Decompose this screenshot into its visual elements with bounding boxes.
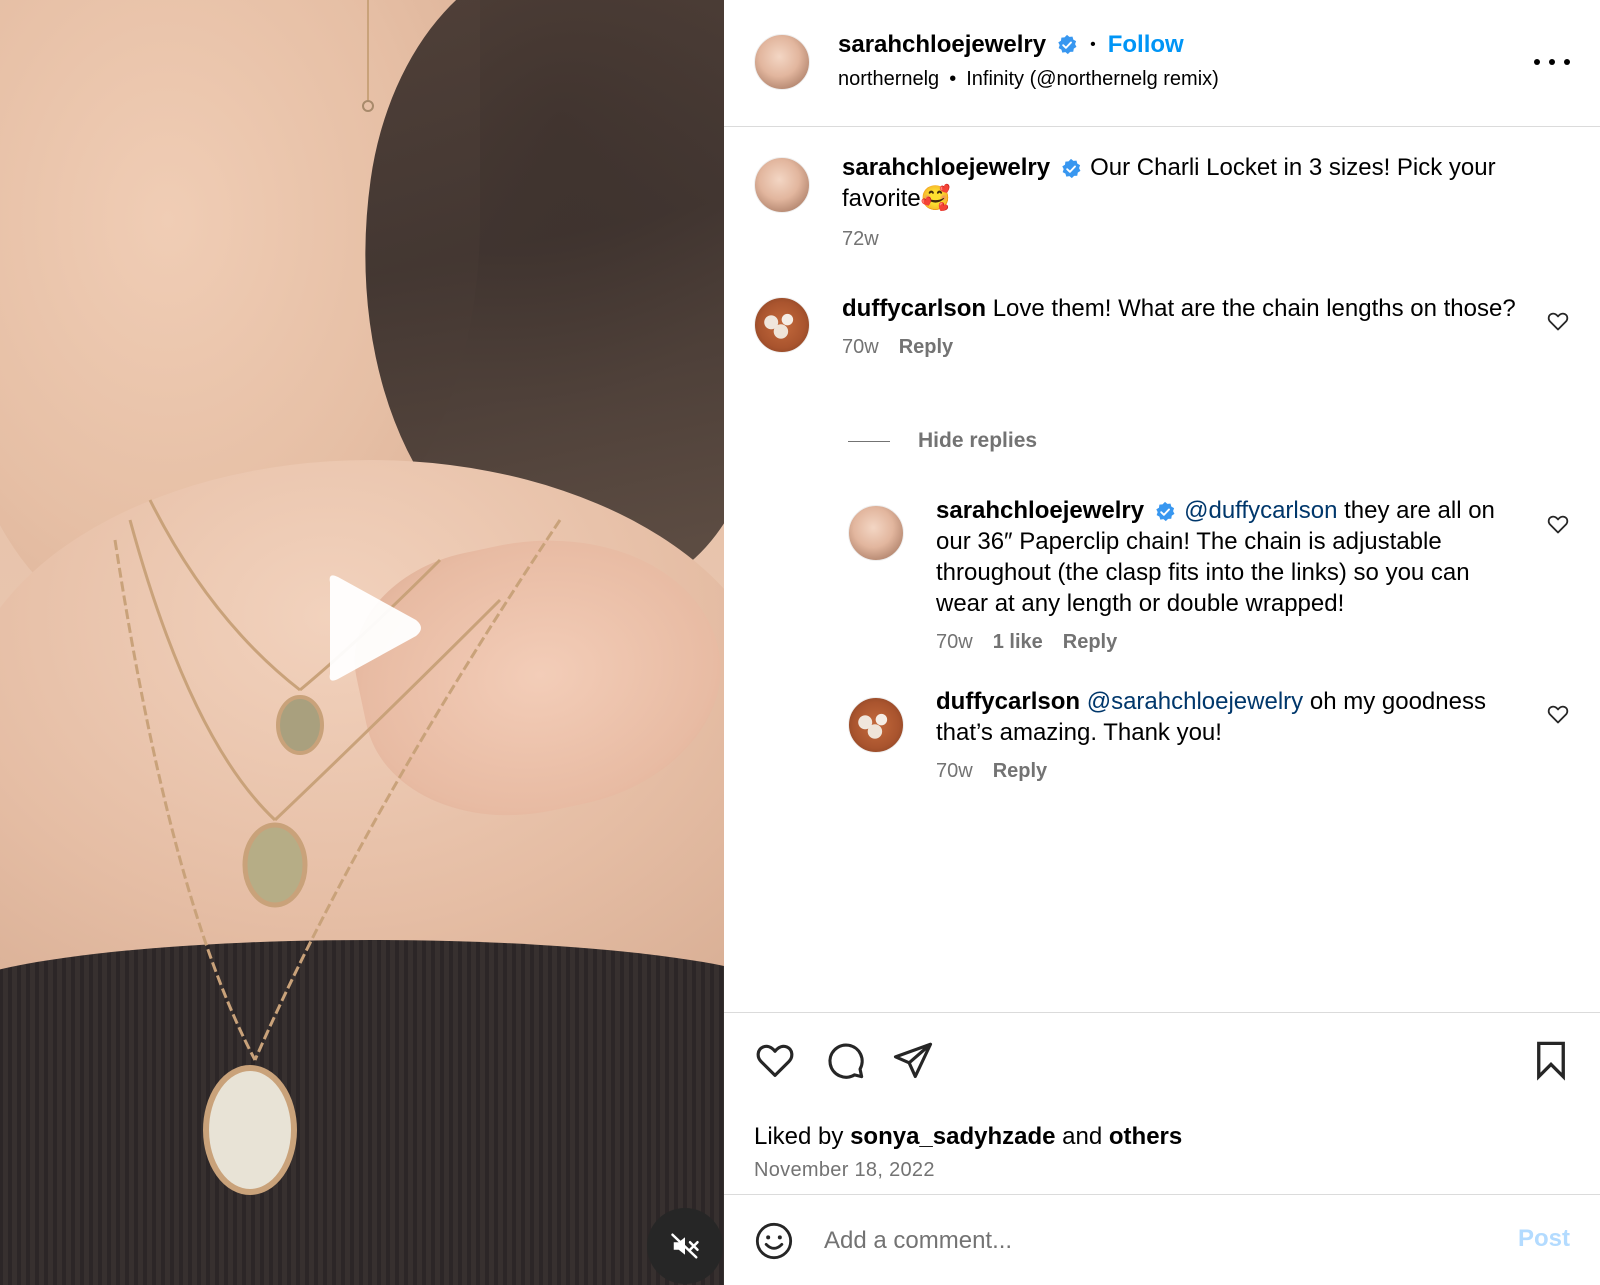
reply-button[interactable]: Reply (993, 760, 1047, 783)
reply-username[interactable]: sarahchloejewelry (936, 497, 1144, 524)
verified-badge-icon (1156, 501, 1175, 521)
more-options-icon (1564, 59, 1570, 65)
verified-badge-icon (1062, 158, 1081, 178)
comment-timestamp[interactable]: 70w (842, 336, 879, 359)
caption-avatar[interactable] (754, 157, 810, 213)
reply-avatar[interactable] (848, 505, 904, 561)
audio-track[interactable]: Infinity (@northernelg remix) (966, 68, 1219, 91)
separator-dot: • (1090, 36, 1096, 53)
hide-replies-label: Hide replies (918, 429, 1038, 452)
reply-avatar[interactable] (848, 697, 904, 753)
author-avatar[interactable] (754, 34, 810, 90)
reply-meta: 70w 1 like Reply (936, 631, 1526, 654)
emoji-icon[interactable] (754, 1221, 794, 1261)
reply-text: duffycarlson @sarahchloejewelry oh my go… (936, 686, 1526, 748)
comments-section[interactable]: sarahchloejewelry Our Charli Locket in 3… (724, 127, 1600, 1012)
post-date[interactable]: November 18, 2022 (754, 1159, 935, 1182)
reply-likes-count[interactable]: 1 like (993, 631, 1043, 654)
comment-text: duffycarlson Love them! What are the cha… (842, 293, 1522, 324)
author-username[interactable]: sarahchloejewelry (838, 31, 1046, 59)
comment-button[interactable] (824, 1039, 866, 1081)
liked-by-others[interactable]: others (1109, 1123, 1182, 1150)
reply-button[interactable]: Reply (899, 336, 953, 359)
hide-replies-toggle[interactable]: Hide replies (848, 429, 1037, 453)
audio-info[interactable]: northernelg • Infinity (@northernelg rem… (838, 68, 1219, 91)
more-options-icon (1549, 59, 1555, 65)
post-actions: Liked by sonya_sadyhzade and others Nove… (724, 1012, 1600, 1194)
reply-timestamp[interactable]: 70w (936, 760, 973, 783)
heart-icon[interactable] (1546, 309, 1570, 333)
liked-by-summary: Liked by sonya_sadyhzade and others (754, 1123, 1182, 1151)
comment-input[interactable] (824, 1215, 1484, 1267)
reply-timestamp[interactable]: 70w (936, 631, 973, 654)
instagram-post-view: sarahchloejewelry • Follow northernelg •… (0, 0, 1600, 1285)
reply-meta: 70w Reply (936, 760, 1526, 783)
reply: duffycarlson @sarahchloejewelry oh my go… (936, 686, 1526, 783)
caption-timestamp[interactable]: 72w (842, 228, 879, 251)
share-button[interactable] (892, 1039, 934, 1081)
comment-meta: 70w Reply (842, 336, 1522, 359)
more-options-icon (1534, 59, 1540, 65)
comment-username[interactable]: duffycarlson (842, 295, 986, 322)
divider (848, 440, 890, 442)
save-button[interactable] (1530, 1039, 1572, 1081)
add-comment-bar: Post (724, 1194, 1600, 1285)
commenter-avatar[interactable] (754, 297, 810, 353)
separator-dot: • (949, 68, 957, 90)
comment: duffycarlson Love them! What are the cha… (842, 293, 1522, 359)
caption-meta: 72w (842, 228, 1542, 251)
follow-button[interactable]: Follow (1108, 31, 1184, 59)
post-details-panel: sarahchloejewelry • Follow northernelg •… (724, 0, 1600, 1285)
liked-by-user[interactable]: sonya_sadyhzade (850, 1123, 1055, 1150)
muted-speaker-icon (671, 1233, 699, 1259)
heart-icon[interactable] (1546, 512, 1570, 536)
author-row: sarahchloejewelry • Follow (838, 30, 1184, 60)
more-options-button[interactable] (1534, 50, 1570, 74)
reply-button[interactable]: Reply (1063, 631, 1117, 654)
caption: sarahchloejewelry Our Charli Locket in 3… (842, 152, 1542, 251)
mute-toggle-button[interactable] (647, 1208, 723, 1284)
reply: sarahchloejewelry @duffycarlson they are… (936, 495, 1526, 654)
post-comment-button[interactable]: Post (1518, 1225, 1570, 1253)
verified-badge-icon (1058, 34, 1077, 55)
liked-by-prefix: Liked by (754, 1123, 844, 1150)
liked-by-and: and (1062, 1123, 1103, 1150)
audio-artist[interactable]: northernelg (838, 68, 939, 91)
post-header: sarahchloejewelry • Follow northernelg •… (724, 0, 1600, 127)
play-button[interactable] (308, 568, 428, 688)
reply-mention[interactable]: @duffycarlson (1184, 497, 1337, 524)
reply-text: sarahchloejewelry @duffycarlson they are… (936, 495, 1526, 619)
heart-icon[interactable] (1546, 702, 1570, 726)
caption-username[interactable]: sarahchloejewelry (842, 154, 1050, 181)
post-video[interactable] (0, 0, 724, 1285)
reply-username[interactable]: duffycarlson (936, 688, 1080, 715)
play-icon (329, 575, 421, 681)
comment-body: Love them! What are the chain lengths on… (992, 295, 1516, 322)
like-button[interactable] (754, 1039, 796, 1081)
caption-text: sarahchloejewelry Our Charli Locket in 3… (842, 152, 1542, 214)
reply-mention[interactable]: @sarahchloejewelry (1087, 688, 1303, 715)
